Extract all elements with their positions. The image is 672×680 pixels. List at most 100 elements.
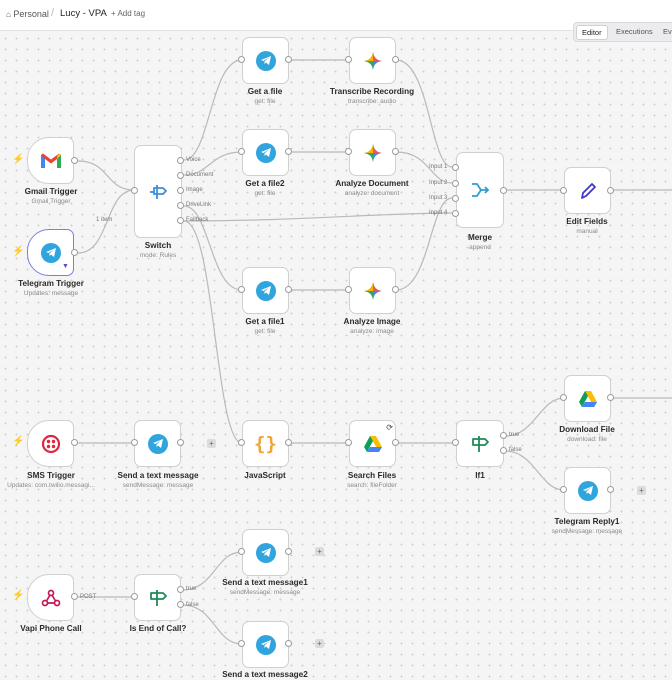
analyze-document-output-port[interactable] [392, 148, 399, 155]
add-node-button[interactable]: + [315, 639, 324, 648]
transcribe-title: Transcribe Recording [329, 87, 415, 96]
telegram-reply1-node[interactable] [564, 467, 611, 514]
get-file2-input-port[interactable] [238, 148, 245, 155]
tab-editor[interactable]: Editor [576, 25, 608, 40]
refresh-icon: ⟳ [386, 423, 393, 432]
tab-executions[interactable]: Executions [611, 25, 658, 38]
top-bar: ⌂ Personal / Lucy - VPA + Add tag [0, 0, 672, 31]
if1-output-false[interactable] [500, 447, 507, 454]
vapi-call-title: Vapi Phone Call [20, 624, 82, 633]
vapi-call-output-port[interactable] [71, 593, 78, 600]
analyze-image-output-port[interactable] [392, 286, 399, 293]
if1-output-label: false [509, 447, 522, 453]
download-file-node[interactable] [564, 375, 611, 422]
search-files-node[interactable]: ⟳ [349, 420, 396, 467]
send-text2-input-port[interactable] [238, 640, 245, 647]
telegram-trigger-node[interactable]: ▼ [27, 229, 74, 276]
if1-output-true[interactable] [500, 432, 507, 439]
merge-input-2[interactable] [452, 180, 459, 187]
edit-fields-input-port[interactable] [560, 187, 567, 194]
send-text1-output-port[interactable] [285, 548, 292, 555]
pin-icon: ▼ [62, 263, 69, 270]
get-file-output-port[interactable] [285, 56, 292, 63]
get-file2-title: Get a file2 [245, 179, 285, 188]
send-text2-output-port[interactable] [285, 640, 292, 647]
send-text-node[interactable] [134, 420, 181, 467]
transcribe-node[interactable] [349, 37, 396, 84]
analyze-document-node[interactable] [349, 129, 396, 176]
add-tag-button[interactable]: + Add tag [111, 9, 145, 18]
switch-output-voice[interactable] [177, 157, 184, 164]
merge-input-3[interactable] [452, 195, 459, 202]
add-node-button[interactable]: + [315, 547, 324, 556]
merge-input-1[interactable] [452, 164, 459, 171]
send-text1-node[interactable] [242, 529, 289, 576]
add-node-button[interactable]: + [637, 486, 646, 495]
merge-input-4[interactable] [452, 210, 459, 217]
send-text-input-port[interactable] [131, 439, 138, 446]
javascript-output-port[interactable] [285, 439, 292, 446]
merge-icon [470, 181, 490, 199]
analyze-document-input-port[interactable] [345, 148, 352, 155]
switch-output-drivelink[interactable] [177, 202, 184, 209]
is-end-call-output-false[interactable] [177, 601, 184, 608]
get-file-input-port[interactable] [238, 56, 245, 63]
telegram-reply1-input-port[interactable] [560, 486, 567, 493]
if1-node[interactable] [456, 420, 504, 467]
get-file2-node[interactable] [242, 129, 289, 176]
gmail-trigger-title: Gmail Trigger [24, 187, 78, 196]
switch-output-label: Fallback [186, 217, 209, 223]
gmail-output-port[interactable] [71, 157, 78, 164]
send-text1-input-port[interactable] [238, 548, 245, 555]
switch-output-document[interactable] [177, 172, 184, 179]
analyze-document-subtitle: analyze: document [344, 190, 400, 197]
javascript-input-port[interactable] [238, 439, 245, 446]
telegram-icon [255, 634, 276, 655]
project-breadcrumb[interactable]: ⌂ Personal [6, 9, 49, 19]
get-file1-subtitle: get: file [254, 328, 276, 335]
edit-fields-output-port[interactable] [607, 187, 614, 194]
switch-output-fallback[interactable] [177, 217, 184, 224]
analyze-image-node[interactable] [349, 267, 396, 314]
vapi-call-node[interactable] [27, 574, 74, 621]
sms-trigger-output-port[interactable] [71, 439, 78, 446]
if1-input-port[interactable] [452, 439, 459, 446]
switch-node[interactable] [134, 145, 182, 238]
get-file1-node[interactable] [242, 267, 289, 314]
search-files-input-port[interactable] [345, 439, 352, 446]
switch-output-label: Image [186, 187, 203, 193]
if1-output-label: true [509, 432, 520, 438]
get-file-node[interactable] [242, 37, 289, 84]
gmail-trigger-node[interactable] [27, 137, 74, 184]
transcribe-output-port[interactable] [392, 56, 399, 63]
get-file2-output-port[interactable] [285, 148, 292, 155]
webhook-icon [41, 589, 61, 607]
switch-output-image[interactable] [177, 187, 184, 194]
telegram-icon [147, 433, 168, 454]
send-text-output-port[interactable] [177, 439, 184, 446]
merge-output-port[interactable] [500, 187, 507, 194]
telegram-reply1-output-port[interactable] [607, 486, 614, 493]
is-end-call-output-true[interactable] [177, 586, 184, 593]
switch-input-port[interactable] [131, 187, 138, 194]
add-node-button[interactable]: + [207, 439, 216, 448]
analyze-image-input-port[interactable] [345, 286, 352, 293]
is-end-call-node[interactable] [134, 574, 181, 621]
edit-fields-node[interactable] [564, 167, 611, 214]
get-file1-input-port[interactable] [238, 286, 245, 293]
sms-trigger-node[interactable] [27, 420, 74, 467]
get-file1-title: Get a file1 [245, 317, 285, 326]
twilio-icon [41, 434, 61, 454]
download-file-input-port[interactable] [560, 394, 567, 401]
send-text2-node[interactable] [242, 621, 289, 668]
is-end-call-input-port[interactable] [131, 593, 138, 600]
telegram-trigger-output-port[interactable] [71, 249, 78, 256]
search-files-output-port[interactable] [392, 439, 399, 446]
download-file-output-port[interactable] [607, 394, 614, 401]
merge-node[interactable] [456, 152, 504, 228]
workflow-name[interactable]: Lucy - VPA [60, 8, 107, 19]
transcribe-input-port[interactable] [345, 56, 352, 63]
get-file1-output-port[interactable] [285, 286, 292, 293]
tab-evaluations[interactable]: Eva [658, 25, 672, 38]
javascript-node[interactable]: {} [242, 420, 289, 467]
